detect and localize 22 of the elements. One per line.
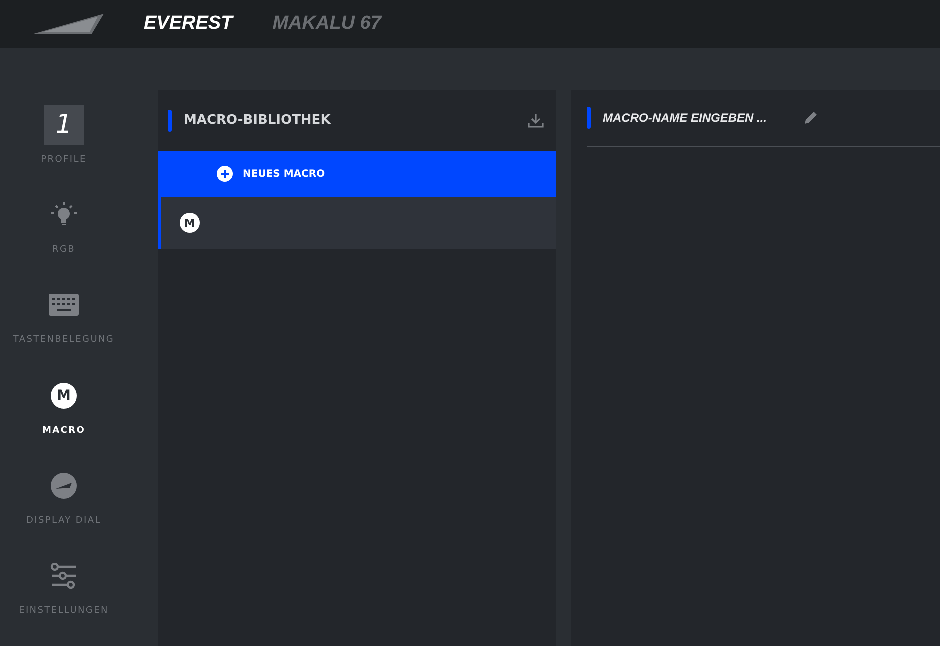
sidebar-item[interactable]: TASTENBELEGUNG <box>13 335 115 346</box>
tab[interactable]: MAKALU 67 <box>272 13 382 35</box>
new-macro-button[interactable]: NEUES MACRO <box>158 151 556 197</box>
plus-icon <box>217 166 233 182</box>
download-icon[interactable] <box>528 112 544 128</box>
macro-list-item[interactable]: M <box>158 197 556 249</box>
input-field[interactable]: MACRO-NAME EINGEBEN ... <box>603 111 793 125</box>
macro-badge: M <box>51 382 77 409</box>
pencil-icon[interactable] <box>803 110 819 126</box>
macro-badge: M <box>180 213 200 233</box>
logo-icon <box>34 13 106 35</box>
sidebar-item[interactable]: EINSTELLUNGEN <box>19 606 109 616</box>
keyboard-icon <box>49 294 79 316</box>
sidebar-item[interactable]: MACRO <box>42 426 86 436</box>
dial-icon <box>50 472 78 500</box>
tab[interactable]: EVEREST <box>144 13 233 35</box>
sidebar-item[interactable]: RGB <box>52 245 76 256</box>
sidebar-item[interactable]: DISPLAY DIAL <box>26 516 102 526</box>
panel-title: MACRO-BIBLIOTHEK <box>184 113 332 128</box>
sliders-icon <box>50 562 78 589</box>
profile-number[interactable]: 1 <box>44 105 84 145</box>
sidebar-item[interactable]: PROFILE <box>41 155 87 165</box>
